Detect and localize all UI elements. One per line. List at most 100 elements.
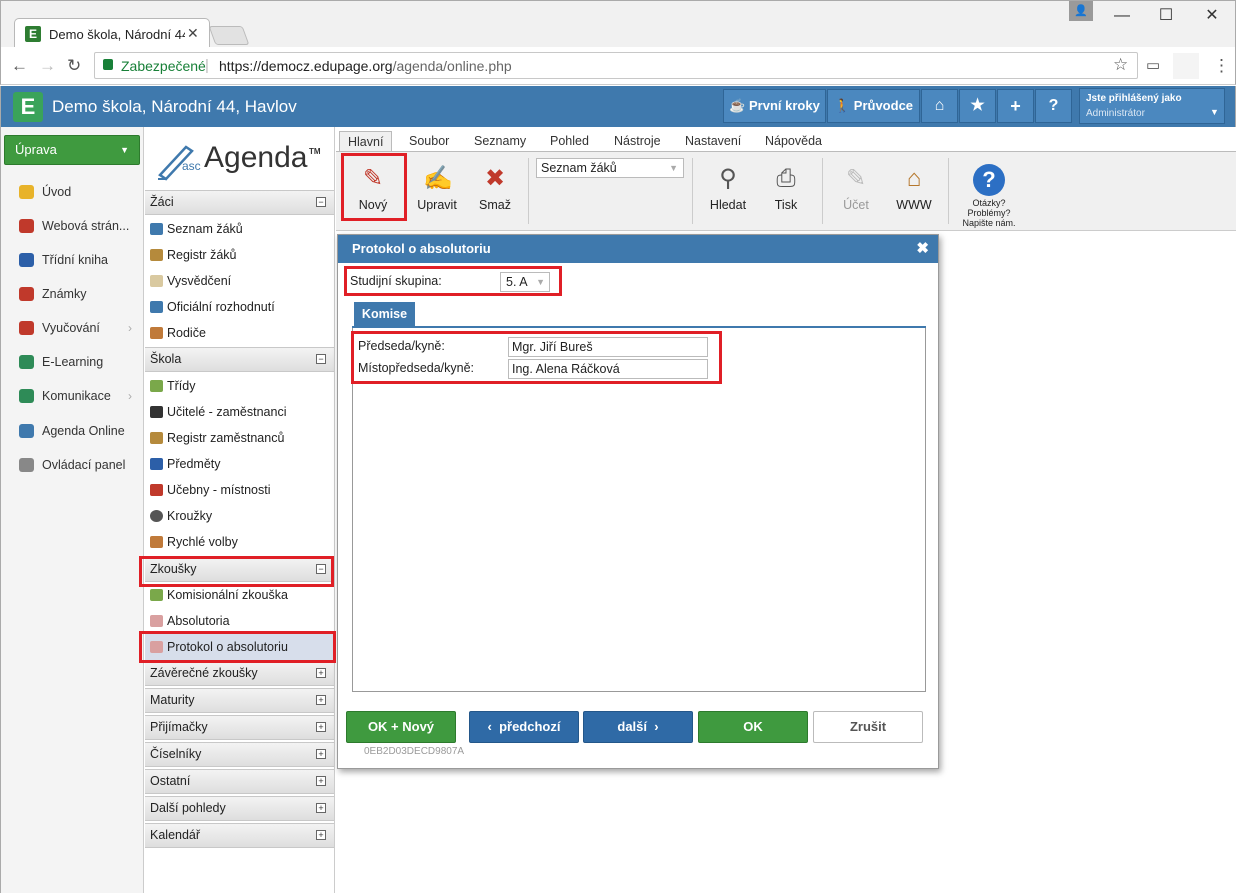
collapse-icon[interactable]: − bbox=[316, 564, 326, 574]
url-field[interactable]: Zabezpečené | https://democz.edupage.org… bbox=[94, 52, 1138, 79]
study-group-label: Studijní skupina: bbox=[350, 274, 442, 288]
parents-icon bbox=[150, 327, 163, 339]
ribbon-separator bbox=[948, 158, 949, 224]
section-header-zaci[interactable]: Žáci − bbox=[145, 190, 334, 215]
agenda-item-label: Kroužky bbox=[167, 509, 213, 523]
search-button[interactable]: ⚲ Hledat bbox=[701, 160, 755, 222]
collapse-icon[interactable]: − bbox=[316, 197, 326, 207]
agenda-item-ucebny[interactable]: Učebny - místnosti bbox=[145, 477, 334, 503]
menu-dots-icon[interactable]: ⋮ bbox=[1213, 56, 1230, 76]
agenda-item-vysvedceni[interactable]: Vysvědčení bbox=[145, 268, 334, 294]
expand-icon[interactable]: + bbox=[316, 803, 326, 813]
agenda-item-komisionalni-zkouska[interactable]: Komisionální zkouška bbox=[145, 582, 334, 608]
tab-seznamy[interactable]: Seznamy bbox=[466, 131, 534, 152]
agenda-item-predmety[interactable]: Předměty bbox=[145, 451, 334, 477]
edupage-favicon-icon: E bbox=[25, 26, 41, 42]
close-icon[interactable]: ✖ bbox=[916, 235, 929, 263]
user-menu[interactable]: Jste přihlášený jako Administrátor ▼ bbox=[1079, 88, 1225, 124]
edupage-logo-icon[interactable]: E bbox=[13, 92, 43, 122]
section-header-kalendar[interactable]: Kalendář + bbox=[145, 823, 334, 848]
first-steps-button[interactable]: ☕ První kroky bbox=[723, 89, 826, 123]
help-contact-button[interactable]: ? Otázky? Problémy? Napište nám. bbox=[958, 160, 1020, 228]
agenda-item-registr-zaku[interactable]: Registr žáků bbox=[145, 242, 334, 268]
expand-icon[interactable]: + bbox=[316, 830, 326, 840]
expand-icon[interactable]: + bbox=[316, 722, 326, 732]
forward-arrow-icon[interactable]: → bbox=[39, 56, 56, 76]
agenda-item-rychle-volby[interactable]: Rychlé volby bbox=[145, 529, 334, 555]
tab-soubor[interactable]: Soubor bbox=[401, 131, 457, 152]
home-icon[interactable]: ⌂ bbox=[921, 89, 958, 123]
nav-item-znamky[interactable]: Známky bbox=[1, 277, 144, 311]
ok-new-button[interactable]: OK + Nový bbox=[346, 711, 456, 743]
nav-item-webova-stranka[interactable]: Webová strán... bbox=[1, 209, 144, 243]
print-button[interactable]: ⎙ Tisk bbox=[759, 160, 813, 222]
www-button[interactable]: ⌂ WWW bbox=[887, 160, 941, 222]
agenda-item-ucitele[interactable]: Učitelé - zaměstnanci bbox=[145, 399, 334, 425]
tab-komise[interactable]: Komise bbox=[354, 302, 415, 326]
help-button[interactable]: ? bbox=[1035, 89, 1072, 123]
edit-button[interactable]: ✍ Upravit bbox=[410, 160, 464, 222]
close-tab-icon[interactable]: ✕ bbox=[187, 25, 199, 42]
delete-button[interactable]: ✖ Smaž bbox=[468, 160, 522, 222]
expand-icon[interactable]: + bbox=[316, 776, 326, 786]
agenda-item-absolutoria[interactable]: Absolutoria bbox=[145, 608, 334, 634]
section-header-prijimacky[interactable]: Přijímačky + bbox=[145, 715, 334, 740]
section-title: Kalendář bbox=[150, 828, 201, 842]
nav-item-komunikace[interactable]: Komunikace › bbox=[1, 379, 144, 413]
profile-icon[interactable]: 👤 bbox=[1069, 1, 1093, 21]
cast-icon[interactable]: ▭ bbox=[1146, 56, 1160, 74]
agenda-item-protokol-o-absolutoriu[interactable]: Protokol o absolutoriu bbox=[145, 634, 334, 660]
collapse-icon[interactable]: − bbox=[316, 354, 326, 364]
back-arrow-icon[interactable]: ← bbox=[11, 56, 28, 76]
study-group-select[interactable]: 5. A ▼ bbox=[500, 272, 550, 292]
favorites-star-icon[interactable]: ★ bbox=[959, 89, 996, 123]
nav-item-tridni-kniha[interactable]: Třídní kniha bbox=[1, 243, 144, 277]
reload-icon[interactable]: ↻ bbox=[67, 56, 81, 76]
agenda-item-oficialni-rozhodnuti[interactable]: Oficiální rozhodnutí bbox=[145, 294, 334, 320]
nav-item-uvod[interactable]: Úvod bbox=[1, 175, 144, 209]
chairman-field[interactable]: Mgr. Jiří Bureš bbox=[508, 337, 708, 357]
cancel-button[interactable]: Zrušit bbox=[813, 711, 923, 743]
agenda-item-krouzky[interactable]: Kroužky bbox=[145, 503, 334, 529]
section-header-maturity[interactable]: Maturity + bbox=[145, 688, 334, 713]
account-button[interactable]: ✎ Účet bbox=[829, 160, 883, 222]
tab-nastaveni[interactable]: Nastavení bbox=[677, 131, 749, 152]
bookmark-star-icon[interactable]: ☆ bbox=[1113, 55, 1128, 75]
agenda-item-rodice[interactable]: Rodiče bbox=[145, 320, 334, 346]
nav-item-e-learning[interactable]: E-Learning bbox=[1, 345, 144, 379]
section-header-zkousky[interactable]: Zkoušky − bbox=[145, 557, 334, 582]
section-header-skola[interactable]: Škola − bbox=[145, 347, 334, 372]
browser-tab[interactable]: E Demo škola, Národní 44, ✕ bbox=[14, 18, 210, 48]
section-header-dalsi-pohledy[interactable]: Další pohledy + bbox=[145, 796, 334, 821]
nav-item-ovladaci-panel[interactable]: Ovládací panel bbox=[1, 448, 144, 482]
next-button[interactable]: další › bbox=[583, 711, 693, 743]
new-button[interactable]: ✎ Nový bbox=[346, 160, 400, 222]
list-select-dropdown[interactable]: Seznam žáků ▼ bbox=[536, 158, 684, 178]
uprava-dropdown-button[interactable]: Úprava ▼ bbox=[4, 135, 140, 165]
add-button[interactable]: + bbox=[997, 89, 1034, 123]
new-tab-button[interactable] bbox=[208, 26, 250, 45]
tab-nastroje[interactable]: Nástroje bbox=[606, 131, 669, 152]
section-header-ostatni[interactable]: Ostatní + bbox=[145, 769, 334, 794]
tab-hlavni[interactable]: Hlavní bbox=[339, 131, 393, 152]
section-header-ciselniky[interactable]: Číselníky + bbox=[145, 742, 334, 767]
minimize-icon[interactable]: — bbox=[1107, 5, 1137, 27]
nav-item-agenda-online[interactable]: Agenda Online bbox=[1, 414, 144, 448]
window-close-icon[interactable]: ✕ bbox=[1197, 5, 1227, 27]
previous-button[interactable]: ‹ předchozí bbox=[469, 711, 579, 743]
ok-button[interactable]: OK bbox=[698, 711, 808, 743]
expand-icon[interactable]: + bbox=[316, 749, 326, 759]
expand-icon[interactable]: + bbox=[316, 695, 326, 705]
tab-pohled[interactable]: Pohled bbox=[542, 131, 597, 152]
agenda-item-seznam-zaku[interactable]: Seznam žáků bbox=[145, 216, 334, 242]
guide-button[interactable]: 🚶 Průvodce bbox=[827, 89, 920, 123]
maximize-icon[interactable]: ☐ bbox=[1151, 5, 1181, 27]
extension-icon[interactable] bbox=[1173, 53, 1199, 79]
tab-napoveda[interactable]: Nápověda bbox=[757, 131, 830, 152]
vice-chairman-field[interactable]: Ing. Alena Ráčková bbox=[508, 359, 708, 379]
section-header-zaverecne-zkousky[interactable]: Závěrečné zkoušky + bbox=[145, 661, 334, 686]
nav-item-vyucovani[interactable]: Vyučování › bbox=[1, 311, 144, 345]
agenda-item-registr-zamestnancu[interactable]: Registr zaměstnanců bbox=[145, 425, 334, 451]
expand-icon[interactable]: + bbox=[316, 668, 326, 678]
agenda-item-tridy[interactable]: Třídy bbox=[145, 373, 334, 399]
